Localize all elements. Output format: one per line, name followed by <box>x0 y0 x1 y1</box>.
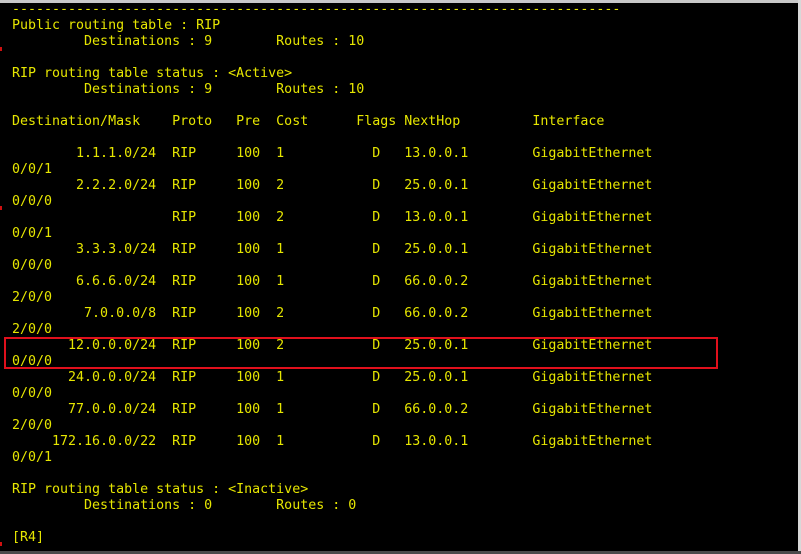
left-edge-marker <box>0 47 2 51</box>
route-row: 6.6.6.0/24 RIP 100 1 D 66.0.0.2 GigabitE… <box>12 274 653 289</box>
route-row-continuation: 0/0/0 <box>12 386 53 401</box>
summary-line: Destinations : 9 Routes : 10 <box>12 34 365 49</box>
summary-line: Destinations : 9 Routes : 10 <box>12 82 365 97</box>
route-row: 172.16.0.0/22 RIP 100 1 D 13.0.0.1 Gigab… <box>12 434 653 449</box>
route-row-continuation: 2/0/0 <box>12 418 53 433</box>
route-row: 3.3.3.0/24 RIP 100 1 D 25.0.0.1 GigabitE… <box>12 242 653 257</box>
active-status-heading: RIP routing table status : <Active> <box>12 66 293 81</box>
route-row-continuation: 2/0/0 <box>12 322 53 337</box>
route-row: RIP 100 2 D 13.0.0.1 GigabitEthernet <box>12 210 653 225</box>
inactive-status-heading: RIP routing table status : <Inactive> <box>12 482 309 497</box>
separator-line: ----------------------------------------… <box>12 2 621 17</box>
left-edge-marker <box>0 206 2 210</box>
route-row-continuation: 0/0/1 <box>12 450 53 465</box>
route-row: 2.2.2.0/24 RIP 100 2 D 25.0.0.1 GigabitE… <box>12 178 653 193</box>
route-row-continuation: 2/0/0 <box>12 290 53 305</box>
route-row-continuation: 0/0/0 <box>12 258 53 273</box>
summary-line: Destinations : 0 Routes : 0 <box>12 498 357 513</box>
highlight-box <box>4 337 718 369</box>
table-title: Public routing table : RIP <box>12 18 221 33</box>
route-row: 1.1.1.0/24 RIP 100 1 D 13.0.0.1 GigabitE… <box>12 146 653 161</box>
route-row-continuation: 0/0/0 <box>12 194 53 209</box>
column-header: Destination/Mask Proto Pre Cost Flags Ne… <box>12 114 605 129</box>
route-row-continuation: 0/0/1 <box>12 226 53 241</box>
route-row: 77.0.0.0/24 RIP 100 1 D 66.0.0.2 Gigabit… <box>12 402 653 417</box>
terminal-window[interactable]: ----------------------------------------… <box>0 0 801 554</box>
left-edge-marker <box>0 542 2 546</box>
route-row: 24.0.0.0/24 RIP 100 1 D 25.0.0.1 Gigabit… <box>12 370 653 385</box>
route-row-continuation: 0/0/1 <box>12 162 53 177</box>
command-prompt[interactable]: [R4] <box>12 530 44 546</box>
route-row: 7.0.0.0/8 RIP 100 2 D 66.0.0.2 GigabitEt… <box>12 306 653 321</box>
